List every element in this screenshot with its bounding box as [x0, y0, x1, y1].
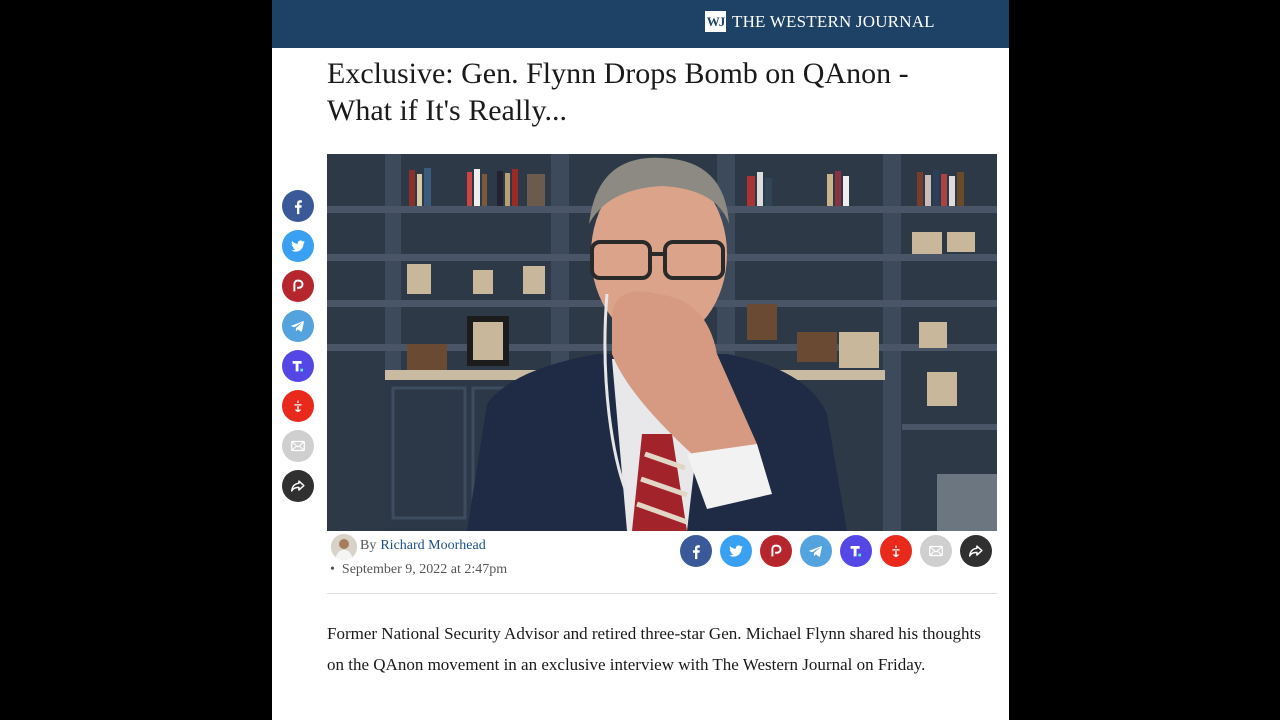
site-name: THE WESTERN JOURNAL — [732, 11, 935, 31]
parler-icon — [771, 544, 782, 557]
share-parler-button[interactable] — [282, 270, 314, 302]
facebook-icon — [294, 200, 302, 215]
facebook-icon — [692, 545, 700, 560]
date-bullet: • — [330, 562, 335, 577]
twitter-icon — [729, 545, 743, 557]
truth-social-icon — [292, 361, 304, 372]
gettr-icon — [294, 399, 302, 413]
article-page: WJ THE WESTERN JOURNAL Exclusive: Gen. F… — [272, 0, 1009, 720]
site-logo[interactable]: WJ THE WESTERN JOURNAL — [705, 11, 935, 32]
inline-share-facebook-button[interactable] — [680, 535, 712, 567]
byline-prefix: By — [360, 538, 377, 553]
email-icon — [291, 440, 305, 452]
share-twitter-button[interactable] — [282, 230, 314, 262]
inline-share-twitter-button[interactable] — [720, 535, 752, 567]
date-text: September 9, 2022 at 2:47pm — [341, 562, 508, 577]
telegram-icon — [291, 321, 304, 332]
inline-share-email-button[interactable] — [920, 535, 952, 567]
parler-icon — [293, 279, 304, 292]
inline-share-parler-button[interactable] — [760, 535, 792, 567]
share-arrow-icon — [290, 480, 305, 492]
inline-share-truth-social-button[interactable] — [840, 535, 872, 567]
author-link[interactable]: Richard Moorhead — [380, 538, 485, 553]
share-truth-social-button[interactable] — [282, 350, 314, 382]
inline-share-more-button[interactable] — [960, 535, 992, 567]
inline-share-telegram-button[interactable] — [800, 535, 832, 567]
email-icon — [929, 545, 943, 557]
article-byline: By Richard Moorhead • September 9, 2022 a… — [330, 531, 730, 581]
byline-divider — [327, 593, 997, 594]
inline-share-gettr-button[interactable] — [880, 535, 912, 567]
interview-photo — [327, 154, 997, 531]
side-share-bar — [282, 190, 314, 510]
truth-social-icon — [850, 546, 862, 557]
share-gettr-button[interactable] — [282, 390, 314, 422]
gettr-icon — [892, 544, 900, 558]
share-arrow-icon — [968, 545, 983, 557]
share-telegram-button[interactable] — [282, 310, 314, 342]
byline-text: By Richard Moorhead — [360, 538, 486, 554]
share-facebook-button[interactable] — [282, 190, 314, 222]
author-avatar[interactable] — [331, 534, 357, 560]
author-avatar-image — [331, 534, 357, 560]
article-title: Exclusive: Gen. Flynn Drops Bomb on QAno… — [327, 57, 909, 127]
site-header: WJ THE WESTERN JOURNAL — [272, 0, 1009, 48]
inline-share-bar — [680, 535, 1000, 567]
twitter-icon — [291, 240, 305, 252]
site-logo-mark: WJ — [705, 11, 726, 32]
article-hero-image — [327, 154, 997, 531]
publish-date: • September 9, 2022 at 2:47pm — [330, 562, 507, 578]
share-more-button[interactable] — [282, 470, 314, 502]
share-email-button[interactable] — [282, 430, 314, 462]
article-lead-paragraph: Former National Security Advisor and ret… — [327, 624, 981, 674]
telegram-icon — [809, 546, 822, 557]
